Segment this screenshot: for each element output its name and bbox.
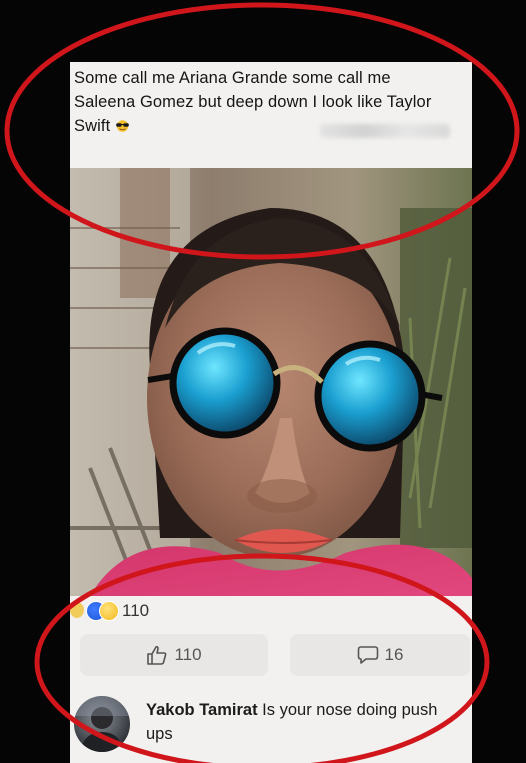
post-photo[interactable] (70, 168, 472, 596)
comment-bubble-icon (357, 646, 378, 664)
like-count: 110 (174, 645, 202, 664)
sad-icon (99, 601, 119, 621)
post-card: Some call me Ariana Grande some call me … (70, 62, 472, 763)
action-bar: 110 16 (76, 634, 470, 678)
reaction-count: 110 (122, 601, 150, 620)
comment-text: Yakob Tamirat Is your nose doing push up… (146, 698, 466, 746)
like-button[interactable]: 110 (80, 634, 268, 676)
avatar[interactable] (74, 696, 130, 752)
thumbs-up-icon (147, 645, 167, 665)
comment-author[interactable]: Yakob Tamirat (146, 701, 258, 719)
comment-count: 16 (384, 645, 404, 664)
sunglasses-emoji-icon (116, 120, 129, 132)
blurred-name (320, 124, 450, 138)
comment: Yakob Tamirat Is your nose doing push up… (70, 688, 472, 763)
avatar-image (74, 696, 130, 752)
reactions-summary[interactable]: 110 (70, 598, 472, 624)
comment-button[interactable]: 16 (290, 634, 470, 676)
love-icon (70, 602, 84, 618)
